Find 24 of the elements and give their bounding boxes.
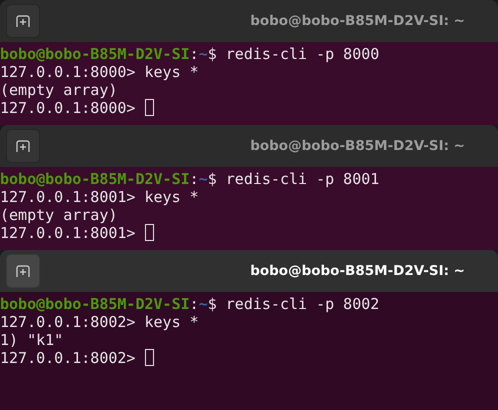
output-line: (empty array) (0, 81, 118, 99)
prompt-line: bobo@bobo-B85M-D2V-SI:~$ redis-cli -p 8001 (0, 170, 380, 188)
new-tab-icon (16, 15, 30, 27)
new-tab-icon (16, 265, 30, 277)
input-prompt: 127.0.0.1:8000> (0, 99, 136, 117)
window-title: bobo@bobo-B85M-D2V-SI: ~ (250, 13, 465, 29)
output-line: (empty array) (0, 206, 118, 224)
input-prompt: 127.0.0.1:8002> (0, 349, 136, 367)
prompt-line: bobo@bobo-B85M-D2V-SI:~$ redis-cli -p 8002 (0, 295, 380, 313)
input-prompt: 127.0.0.1:8001> (0, 224, 136, 242)
window-title: bobo@bobo-B85M-D2V-SI: ~ (250, 263, 465, 279)
output-line: 1) "k1" (0, 331, 64, 349)
new-tab-button[interactable] (6, 4, 40, 38)
window-title: bobo@bobo-B85M-D2V-SI: ~ (250, 138, 465, 154)
output-line: 127.0.0.1:8001> keys * (0, 188, 199, 206)
cursor (144, 349, 154, 366)
cursor (144, 99, 154, 116)
output-line: 127.0.0.1:8002> keys * (0, 313, 199, 331)
new-tab-icon (16, 140, 30, 152)
new-tab-button[interactable] (6, 129, 40, 163)
new-tab-button[interactable] (6, 254, 40, 288)
cursor (144, 224, 154, 241)
output-line: 127.0.0.1:8000> keys * (0, 63, 199, 81)
prompt-line: bobo@bobo-B85M-D2V-SI:~$ redis-cli -p 8000 (0, 45, 380, 63)
